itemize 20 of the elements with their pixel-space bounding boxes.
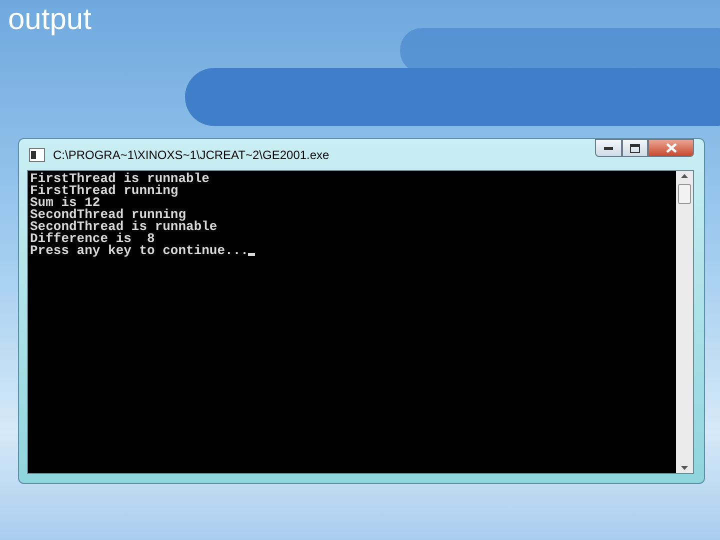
minimize-icon — [604, 146, 613, 150]
slide-title: output — [7, 2, 92, 38]
close-button[interactable] — [648, 139, 694, 157]
minimize-button[interactable] — [595, 139, 622, 157]
window-title: C:\PROGRA~1\XINOXS~1\JCREAT~2\GE2001.exe — [53, 148, 330, 162]
close-icon — [666, 143, 676, 153]
console-line: SecondThread is runnable — [30, 221, 218, 233]
console-line: Sum is 12 — [30, 197, 100, 209]
console-line: SecondThread running — [30, 209, 186, 221]
maximize-button[interactable] — [622, 139, 648, 157]
console-line: Difference is 8 — [30, 233, 155, 245]
console-line: Press any key to continue... — [30, 245, 248, 257]
scrollbar[interactable] — [676, 171, 693, 473]
scroll-down-icon[interactable] — [681, 466, 688, 470]
console-icon — [29, 148, 45, 162]
console-line: FirstThread running — [30, 185, 178, 197]
maximize-icon — [630, 144, 640, 152]
scroll-up-icon[interactable] — [681, 174, 688, 178]
scrollbar-thumb[interactable] — [678, 184, 691, 204]
console-line: FirstThread is runnable — [30, 173, 210, 185]
